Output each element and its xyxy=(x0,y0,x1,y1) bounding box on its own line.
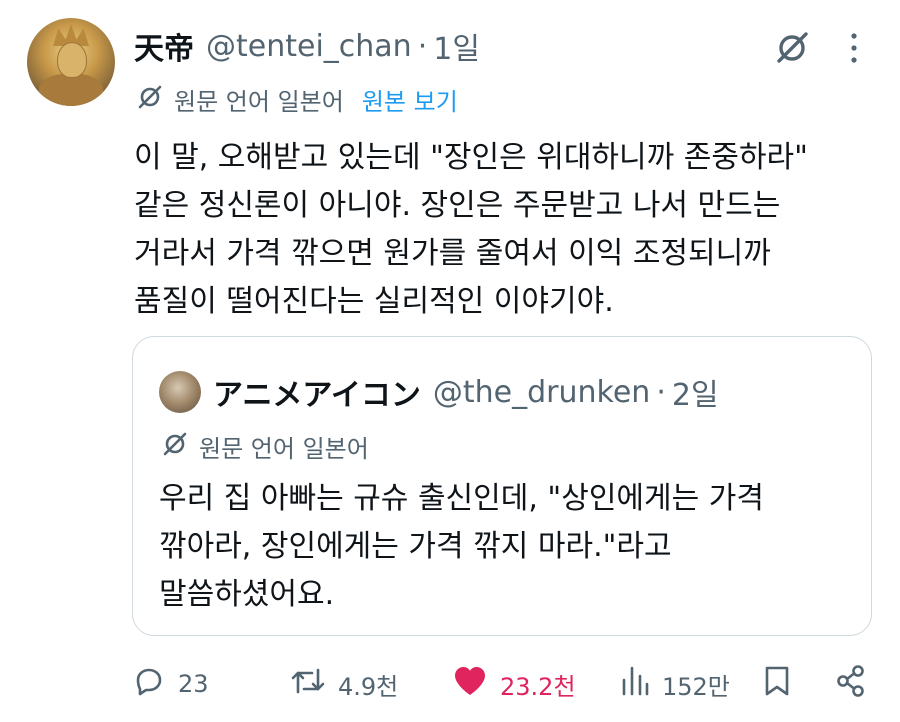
author-avatar[interactable] xyxy=(27,18,115,106)
quoted-author-name: アニメアイコン xyxy=(213,378,421,413)
separator-dot: · xyxy=(656,374,666,410)
author-name[interactable]: 天帝 xyxy=(134,24,194,68)
grok-icon[interactable] xyxy=(772,28,812,68)
author-handle[interactable]: @tentei_chan xyxy=(206,29,412,64)
quoted-tweet-header: アニメアイコン @the_drunken · 2일 xyxy=(213,371,719,414)
bookmark-icon xyxy=(762,664,804,704)
tweet-text-line: 거라서 가격 깎으면 원가를 줄여서 이익 조정되니까 xyxy=(134,236,771,271)
avatar-figure-body xyxy=(39,74,103,106)
separator-dot: · xyxy=(417,28,428,64)
repost-icon xyxy=(290,664,338,704)
like-button[interactable]: 23.2천 xyxy=(452,660,576,708)
avatar-figure-face xyxy=(57,42,87,78)
share-icon xyxy=(834,664,880,704)
views-chart-icon xyxy=(620,664,662,704)
tweet-text-line: 이 말, 오해받고 있는데 "장인은 위대하니까 존중하라" xyxy=(134,140,808,175)
quoted-tweet-card[interactable]: アニメアイコン @the_drunken · 2일 원문 언어 일본어 우리 집… xyxy=(132,336,872,636)
translation-info: 원문 언어 일본어 원본 보기 xyxy=(136,82,458,117)
heart-icon xyxy=(452,664,500,704)
share-button[interactable] xyxy=(834,660,880,708)
bookmark-button[interactable] xyxy=(762,660,804,708)
quoted-author-avatar xyxy=(159,371,201,413)
reply-count: 23 xyxy=(178,670,209,698)
translate-icon xyxy=(161,430,199,464)
repost-count: 4.9천 xyxy=(338,672,399,701)
quoted-translation-label: 원문 언어 일본어 xyxy=(199,435,369,463)
show-original-link[interactable]: 원본 보기 xyxy=(362,82,458,117)
translation-label: 원문 언어 일본어 xyxy=(174,88,344,116)
quoted-text-line: 말씀하셨어요. xyxy=(159,577,335,612)
reply-icon xyxy=(132,664,178,704)
repost-button[interactable]: 4.9천 xyxy=(290,660,398,708)
tweet-text-line: 품질이 떨어진다는 실리적인 이야기야. xyxy=(134,284,614,319)
translate-icon xyxy=(136,83,174,117)
action-bar: 23 4.9천 23.2천 152만 xyxy=(132,660,872,708)
quoted-tweet-time: 2일 xyxy=(671,378,719,413)
more-dots-icon[interactable] xyxy=(842,30,866,66)
tweet-time[interactable]: 1일 xyxy=(433,24,480,68)
views-count: 152만 xyxy=(662,672,730,701)
quoted-text-line: 깎아라, 장인에게는 가격 깎지 마라."라고 xyxy=(159,529,672,564)
reply-button[interactable]: 23 xyxy=(132,660,209,708)
views-button[interactable]: 152만 xyxy=(620,660,730,708)
quoted-text-line: 우리 집 아빠는 규슈 출신인데, "상인에게는 가격 xyxy=(159,481,764,516)
tweet-text: 이 말, 오해받고 있는데 "장인은 위대하니까 존중하라" 같은 정신론이 아… xyxy=(134,134,874,326)
tweet-text-line: 같은 정신론이 아니야. 장인은 주문받고 나서 만드는 xyxy=(134,188,781,223)
like-count: 23.2천 xyxy=(500,672,576,701)
quoted-translation-info: 원문 언어 일본어 xyxy=(161,429,369,464)
tweet-header: 天帝 @tentei_chan · 1일 xyxy=(134,24,480,68)
quoted-tweet-text: 우리 집 아빠는 규슈 출신인데, "상인에게는 가격 깎아라, 장인에게는 가… xyxy=(159,475,859,619)
quoted-author-handle: @the_drunken xyxy=(432,374,651,410)
